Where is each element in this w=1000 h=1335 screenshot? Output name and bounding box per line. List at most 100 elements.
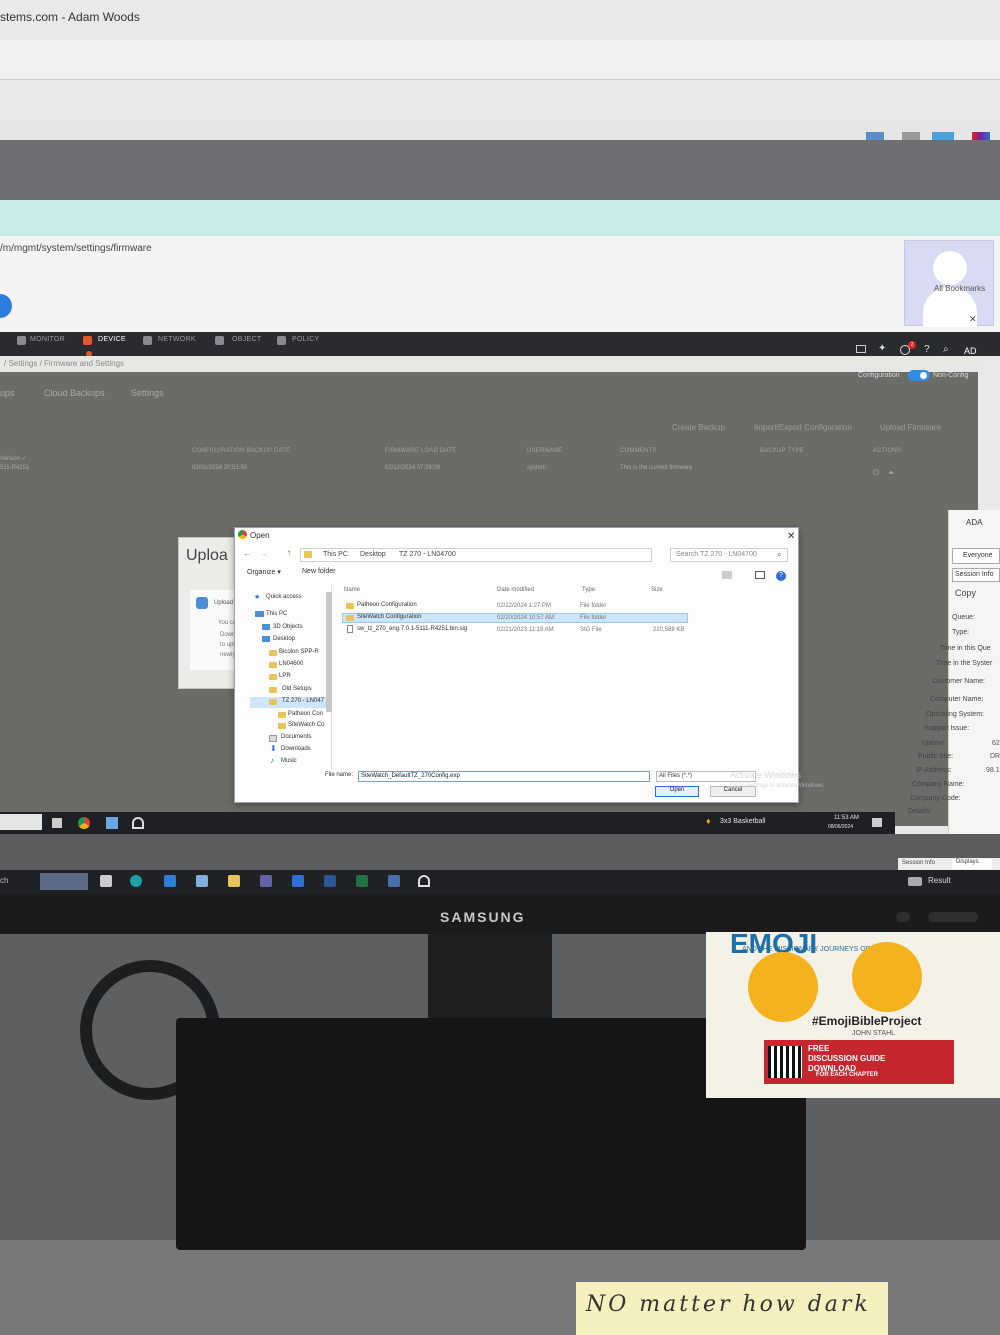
task-view-icon[interactable] [52,818,62,828]
tab-session-info[interactable]: Session Info [902,860,935,866]
path-bar[interactable] [300,548,652,562]
power-icon[interactable]: ⏻ [873,468,879,478]
dialog-close-button[interactable]: ✕ [787,531,795,542]
clock-time[interactable]: 11:53 AM [834,815,859,821]
search-icon[interactable]: ⌕ [943,344,949,355]
app-icon[interactable] [196,875,208,887]
file-name[interactable]: SiteWatch Configuration [357,614,421,620]
tab-cloud-backups[interactable]: Cloud Backups [44,388,105,398]
nav-music[interactable]: Music [281,758,297,764]
remote-search-box[interactable] [0,814,42,830]
nav-policy[interactable]: POLICY [292,336,319,343]
import-export-button[interactable]: Import/Export Configuration [754,423,852,432]
chrome-icon[interactable] [78,817,90,829]
teams-icon[interactable] [260,875,272,887]
help-icon[interactable]: ? [776,571,786,581]
help-icon[interactable]: ? [924,344,930,355]
upload-firmware-button[interactable]: Upload Firmware [880,423,941,432]
folder-icon [278,712,286,718]
mail-icon[interactable] [164,875,176,887]
session-info-button[interactable]: Session Info [952,568,1000,582]
weather-icon: ♦ [706,816,711,826]
tab-displays[interactable]: Displays [952,859,992,869]
excel-icon[interactable] [356,875,368,887]
col-type[interactable]: Type [582,587,595,593]
app-icon[interactable] [106,817,118,829]
file-size: 220,588 KB [653,627,685,633]
active-app-button[interactable] [40,873,88,890]
tab-backups[interactable]: ups [0,388,15,398]
crumb-tz270[interactable]: TZ 270 - LN04700 [399,551,456,558]
col-size[interactable]: Size [651,587,663,593]
back-arrow-icon[interactable]: ← [243,549,251,558]
user-initials[interactable]: AD [964,346,977,356]
clock-date[interactable]: 08/06/2024 [828,824,853,830]
nav-tz270[interactable]: TZ 270 - LN047 [282,698,324,704]
nav-monitor[interactable]: MONITOR [30,336,65,343]
nav-bicolon[interactable]: Bicolon SPP-R [279,649,319,655]
taskbar-result[interactable]: Result [928,876,951,885]
task-view-icon[interactable] [100,875,112,887]
headset-icon[interactable] [132,817,144,829]
browser-tab-title[interactable]: stems.com - Adam Woods [0,10,140,24]
col-date-modified[interactable]: Date modified [497,587,534,593]
new-folder-button[interactable]: New folder [302,568,335,575]
upload-icon[interactable]: ⏶ [888,468,894,478]
create-backup-button[interactable]: Create Backup [672,423,725,432]
nav-sitewatch[interactable]: SiteWatch Co [288,722,324,728]
file-name-label: File name: [325,772,354,778]
remote-icon[interactable] [388,875,400,887]
search-icon[interactable]: ⌕ [777,550,781,560]
up-arrow-icon[interactable]: ↑ [287,548,291,557]
nav-old-setups[interactable]: Old Setups [282,686,312,692]
nav-network[interactable]: NETWORK [158,336,196,343]
nav-quick-access[interactable]: Quick access [266,594,302,600]
nav-device[interactable]: DEVICE [98,336,126,343]
tools-icon[interactable]: ✦ [878,343,886,354]
top-strip [0,40,1000,80]
nav-documents[interactable]: Documents [281,734,311,740]
word-icon[interactable] [324,875,336,887]
file-explorer-icon[interactable] [228,875,240,887]
nav-scrollbar[interactable] [326,592,332,712]
all-bookmarks[interactable]: All Bookmarks [934,284,985,293]
url-bar[interactable]: /m/mgmt/system/settings/firmware [0,243,152,254]
monitor-controls[interactable] [928,912,978,922]
everyone-select[interactable]: Everyone [952,548,1000,564]
col-actions: ACTIONS [873,448,902,454]
nav-downloads[interactable]: Downloads [281,746,311,752]
edge-icon[interactable] [130,875,142,887]
organize-button[interactable]: Organize ▾ [247,568,281,576]
nav-desktop[interactable]: Desktop [273,636,295,642]
monitor-button[interactable] [896,912,910,922]
open-button[interactable]: Open [655,786,699,797]
notification-center-icon[interactable] [872,818,882,827]
nav-lpr[interactable]: LPR [279,673,291,679]
view-icon[interactable] [722,571,732,579]
copy-button[interactable]: Copy [955,588,976,598]
configuration-toggle[interactable] [908,370,930,381]
crumb-desktop[interactable]: Desktop [360,551,386,558]
preview-pane-icon[interactable] [755,571,765,579]
folder-icon [278,723,286,729]
weather-text[interactable]: 3x3 Basketball [720,818,766,825]
console-icon[interactable] [856,345,866,353]
promo-free: FREE [808,1044,830,1053]
pc-icon [255,611,264,617]
tab-settings[interactable]: Settings [131,388,164,398]
taskbar-search[interactable]: ch [0,876,8,885]
col-name[interactable]: Name [344,587,360,593]
crumb-this-pc[interactable]: This PC [323,551,348,558]
close-icon[interactable]: ✕ [969,314,977,325]
nav-3d-objects[interactable]: 3D Objects [273,624,303,630]
file-icon [347,625,353,633]
nav-this-pc[interactable]: This PC [266,611,287,617]
app-icon[interactable] [292,875,304,887]
file-name[interactable]: Patheon Configuration [357,602,417,608]
nav-object[interactable]: OBJECT [232,336,261,343]
file-name[interactable]: sw_tz_270_eng.7.0.1-5111-R4251.bin.sig [357,626,467,632]
forward-arrow-icon[interactable]: → [260,549,268,558]
nav-ln04600[interactable]: LN04600 [279,661,303,667]
nav-patheon[interactable]: Patheon Con [288,711,323,717]
headset-icon[interactable] [418,875,430,887]
